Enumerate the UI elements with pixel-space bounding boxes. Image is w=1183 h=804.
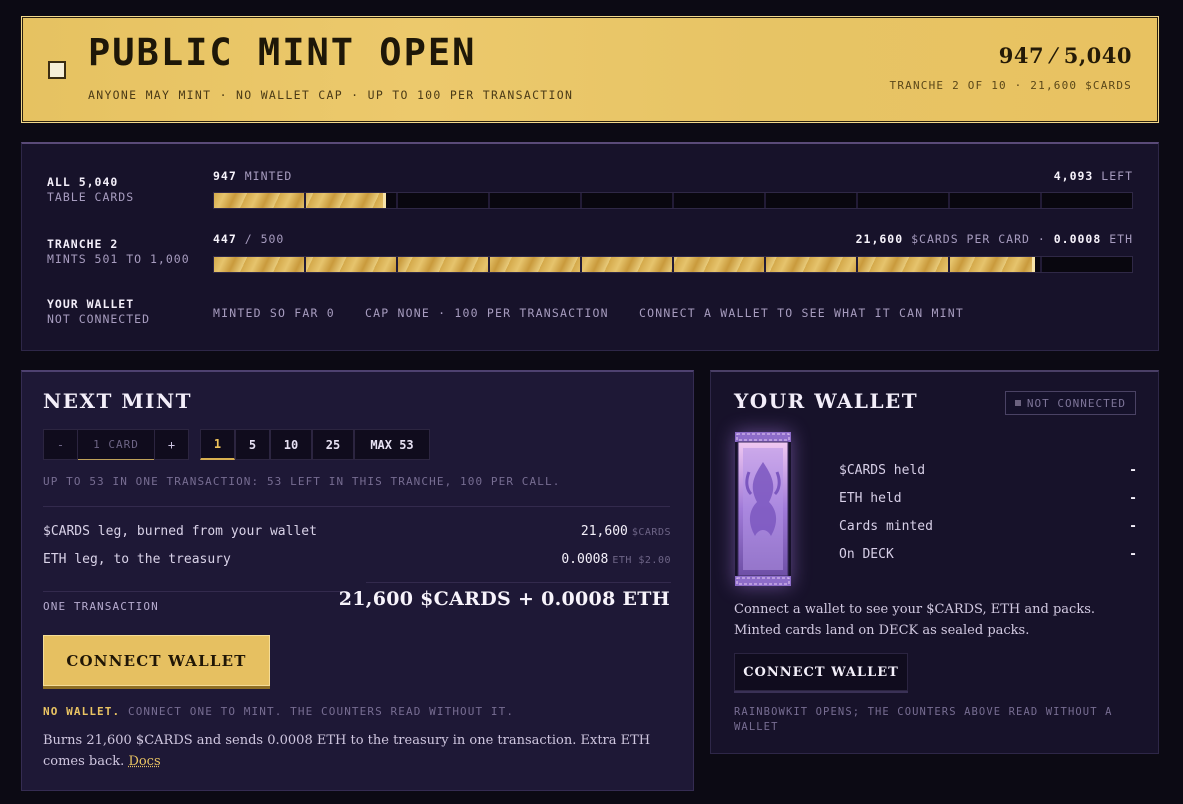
stat-on-deck: On DECK - bbox=[839, 540, 1137, 568]
tranche-count-value: 447 bbox=[213, 232, 237, 246]
tranche-label: TRANCHE 2 MINTS 501 TO 1,000 bbox=[47, 237, 190, 267]
burn-explanation: Burns 21,600 $CARDS and sends 0.0008 ETH… bbox=[43, 730, 683, 772]
docs-link[interactable]: Docs bbox=[128, 754, 160, 769]
all-cards-progress-bar bbox=[213, 192, 1133, 209]
tranche-title: TRANCHE 2 bbox=[47, 237, 119, 251]
preset-25-button[interactable]: 25 bbox=[312, 429, 354, 460]
tranche-count-readout: 447 / 500 bbox=[213, 232, 284, 246]
eth-leg-label: ETH leg, to the treasury bbox=[43, 552, 231, 567]
eth-leg-amount: 0.0008 bbox=[561, 552, 609, 567]
connection-status-badge: NOT CONNECTED bbox=[1004, 391, 1136, 415]
connect-wallet-button[interactable]: CONNECT WALLET bbox=[43, 635, 270, 686]
quantity-stepper: - 1 CARD + bbox=[43, 429, 189, 460]
cards-leg-label: $CARDS leg, burned from your wallet bbox=[43, 524, 317, 539]
tranche-price-readout: 21,600 $CARDS PER CARD · 0.0008 ETH bbox=[856, 232, 1133, 246]
connection-status-text: NOT CONNECTED bbox=[1026, 396, 1126, 410]
tranche-eth-label: ETH bbox=[1109, 232, 1133, 246]
cards-leg-amount: 21,600 bbox=[580, 524, 628, 539]
wallet-minted-so-far: MINTED SO FAR 0 bbox=[213, 306, 335, 320]
all-left-readout: 4,093 LEFT bbox=[1054, 169, 1133, 183]
stat-eth-held: ETH held - bbox=[839, 484, 1137, 512]
preset-5-button[interactable]: 5 bbox=[235, 429, 270, 460]
divider bbox=[43, 506, 670, 507]
stat-label: $CARDS held bbox=[839, 462, 926, 478]
banner-title: PUBLIC MINT OPEN bbox=[88, 31, 477, 74]
tranche-progress-bar bbox=[213, 256, 1133, 273]
stat-value: - bbox=[1129, 518, 1137, 534]
wallet-connect-hint: CONNECT A WALLET TO SEE WHAT IT CAN MINT bbox=[639, 306, 964, 320]
one-transaction-label: ONE TRANSACTION bbox=[43, 600, 159, 613]
cards-leg-unit: $CARDS bbox=[631, 527, 671, 538]
tranche-subtitle: MINTS 501 TO 1,000 bbox=[47, 252, 190, 266]
all-cards-label: ALL 5,040 TABLE CARDS bbox=[47, 175, 134, 205]
decrement-button[interactable]: - bbox=[43, 429, 78, 460]
tranche-eth-value: 0.0008 bbox=[1053, 232, 1102, 246]
no-wallet-notice: NO WALLET. CONNECT ONE TO MINT. THE COUN… bbox=[43, 705, 514, 718]
all-minted-readout: 947 MINTED bbox=[213, 169, 292, 183]
preset-10-button[interactable]: 10 bbox=[270, 429, 312, 460]
wallet-stats: $CARDS held - ETH held - Cards minted - … bbox=[839, 456, 1137, 568]
card-pack-icon bbox=[735, 432, 791, 586]
all-minted-value: 947 bbox=[213, 169, 237, 183]
all-left-label: LEFT bbox=[1101, 169, 1133, 183]
tranche-summary: TRANCHE 2 OF 10 · 21,600 $CARDS bbox=[889, 79, 1132, 92]
stat-label: On DECK bbox=[839, 546, 894, 562]
status-dot-icon bbox=[1014, 400, 1021, 406]
wallet-row-subtitle: NOT CONNECTED bbox=[47, 312, 151, 326]
mint-limit-hint: UP TO 53 IN ONE TRANSACTION: 53 LEFT IN … bbox=[43, 475, 561, 488]
minted-count: 947 ⁄ 5,040 bbox=[998, 43, 1132, 68]
wallet-row-label: YOUR WALLET NOT CONNECTED bbox=[47, 297, 150, 327]
all-left-value: 4,093 bbox=[1053, 169, 1094, 183]
stat-value: - bbox=[1129, 462, 1137, 478]
stat-label: Cards minted bbox=[839, 518, 933, 534]
tranche-count-total: / 500 bbox=[244, 232, 285, 246]
tranche-progress-fill bbox=[214, 257, 1035, 272]
tranche-price-label: $CARDS PER CARD · bbox=[911, 232, 1046, 246]
banner-subtitle: ANYONE MAY MINT · NO WALLET CAP · UP TO … bbox=[88, 88, 574, 102]
stat-cards-minted: Cards minted - bbox=[839, 512, 1137, 540]
stat-value: - bbox=[1129, 546, 1137, 562]
increment-button[interactable]: + bbox=[154, 429, 189, 460]
your-wallet-heading: YOUR WALLET bbox=[734, 389, 919, 413]
stat-cards-held: $CARDS held - bbox=[839, 456, 1137, 484]
cards-leg-value: 21,600 $CARDS bbox=[581, 524, 671, 539]
your-wallet-card: YOUR WALLET NOT CONNECTED $CARDS held - … bbox=[710, 370, 1159, 754]
all-cards-title: ALL 5,040 bbox=[47, 175, 119, 189]
all-cards-subtitle: TABLE CARDS bbox=[47, 190, 135, 204]
wallet-connect-button[interactable]: CONNECT WALLET bbox=[734, 653, 908, 691]
rainbowkit-note: RAINBOWKIT OPENS; THE COUNTERS ABOVE REA… bbox=[734, 706, 1113, 733]
quantity-field[interactable]: 1 CARD bbox=[78, 429, 154, 460]
checkbox-icon[interactable] bbox=[48, 61, 66, 79]
wallet-description: Connect a wallet to see your $CARDS, ETH… bbox=[734, 602, 1096, 638]
preset-max-button[interactable]: MAX 53 bbox=[354, 429, 430, 460]
all-minted-label: MINTED bbox=[244, 169, 293, 183]
next-mint-heading: NEXT MINT bbox=[43, 389, 193, 413]
divider bbox=[43, 591, 346, 592]
wallet-row-title: YOUR WALLET bbox=[47, 297, 135, 311]
quantity-presets: 1 5 10 25 MAX 53 bbox=[200, 429, 430, 460]
tranche-price-value: 21,600 bbox=[855, 232, 904, 246]
no-wallet-text: CONNECT ONE TO MINT. THE COUNTERS READ W… bbox=[127, 705, 515, 718]
mint-status-banner: PUBLIC MINT OPEN ANYONE MAY MINT · NO WA… bbox=[21, 16, 1159, 123]
all-cards-progress-fill bbox=[214, 193, 387, 208]
next-mint-card: NEXT MINT - 1 CARD + 1 5 10 25 MAX 53 UP… bbox=[21, 370, 694, 791]
wallet-cap: CAP NONE · 100 PER TRANSACTION bbox=[365, 306, 609, 320]
transaction-total: 21,600 $CARDS + 0.0008 ETH bbox=[338, 588, 670, 610]
divider bbox=[366, 582, 671, 583]
progress-panel: ALL 5,040 TABLE CARDS 947 MINTED 4,093 L… bbox=[21, 142, 1159, 351]
stat-value: - bbox=[1129, 490, 1137, 506]
preset-1-button[interactable]: 1 bbox=[200, 429, 235, 460]
stat-label: ETH held bbox=[839, 490, 902, 506]
eth-leg-value: 0.0008 ETH $2.00 bbox=[561, 552, 671, 567]
no-wallet-label: NO WALLET. bbox=[43, 705, 121, 718]
eth-leg-unit: ETH $2.00 bbox=[612, 555, 671, 566]
